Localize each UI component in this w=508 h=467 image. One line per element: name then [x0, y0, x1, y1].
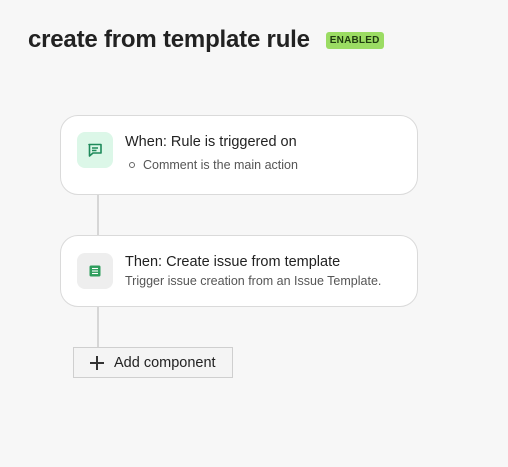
add-component-label: Add component	[114, 354, 216, 371]
title-row: create from template rule ENABLED	[28, 26, 384, 54]
status-badge: ENABLED	[325, 31, 384, 49]
page-title: create from template rule	[28, 26, 310, 53]
action-card[interactable]: Then: Create issue from template Trigger…	[60, 235, 418, 307]
flow-connector	[97, 307, 99, 347]
comment-icon	[77, 132, 113, 168]
trigger-detail-item: Comment is the main action	[129, 158, 298, 172]
trigger-heading: When: Rule is triggered on	[125, 134, 297, 150]
add-component-button[interactable]: Add component	[73, 347, 233, 378]
template-list-icon	[77, 253, 113, 289]
plus-icon	[90, 355, 104, 370]
rule-editor-page: create from template rule ENABLED When: …	[0, 0, 508, 467]
trigger-card[interactable]: When: Rule is triggered on Comment is th…	[60, 115, 418, 195]
bullet-icon	[129, 162, 135, 168]
flow-connector	[97, 195, 99, 235]
action-detail: Trigger issue creation from an Issue Tem…	[125, 274, 382, 288]
action-heading: Then: Create issue from template	[125, 254, 341, 270]
trigger-detail: Comment is the main action	[143, 158, 298, 172]
